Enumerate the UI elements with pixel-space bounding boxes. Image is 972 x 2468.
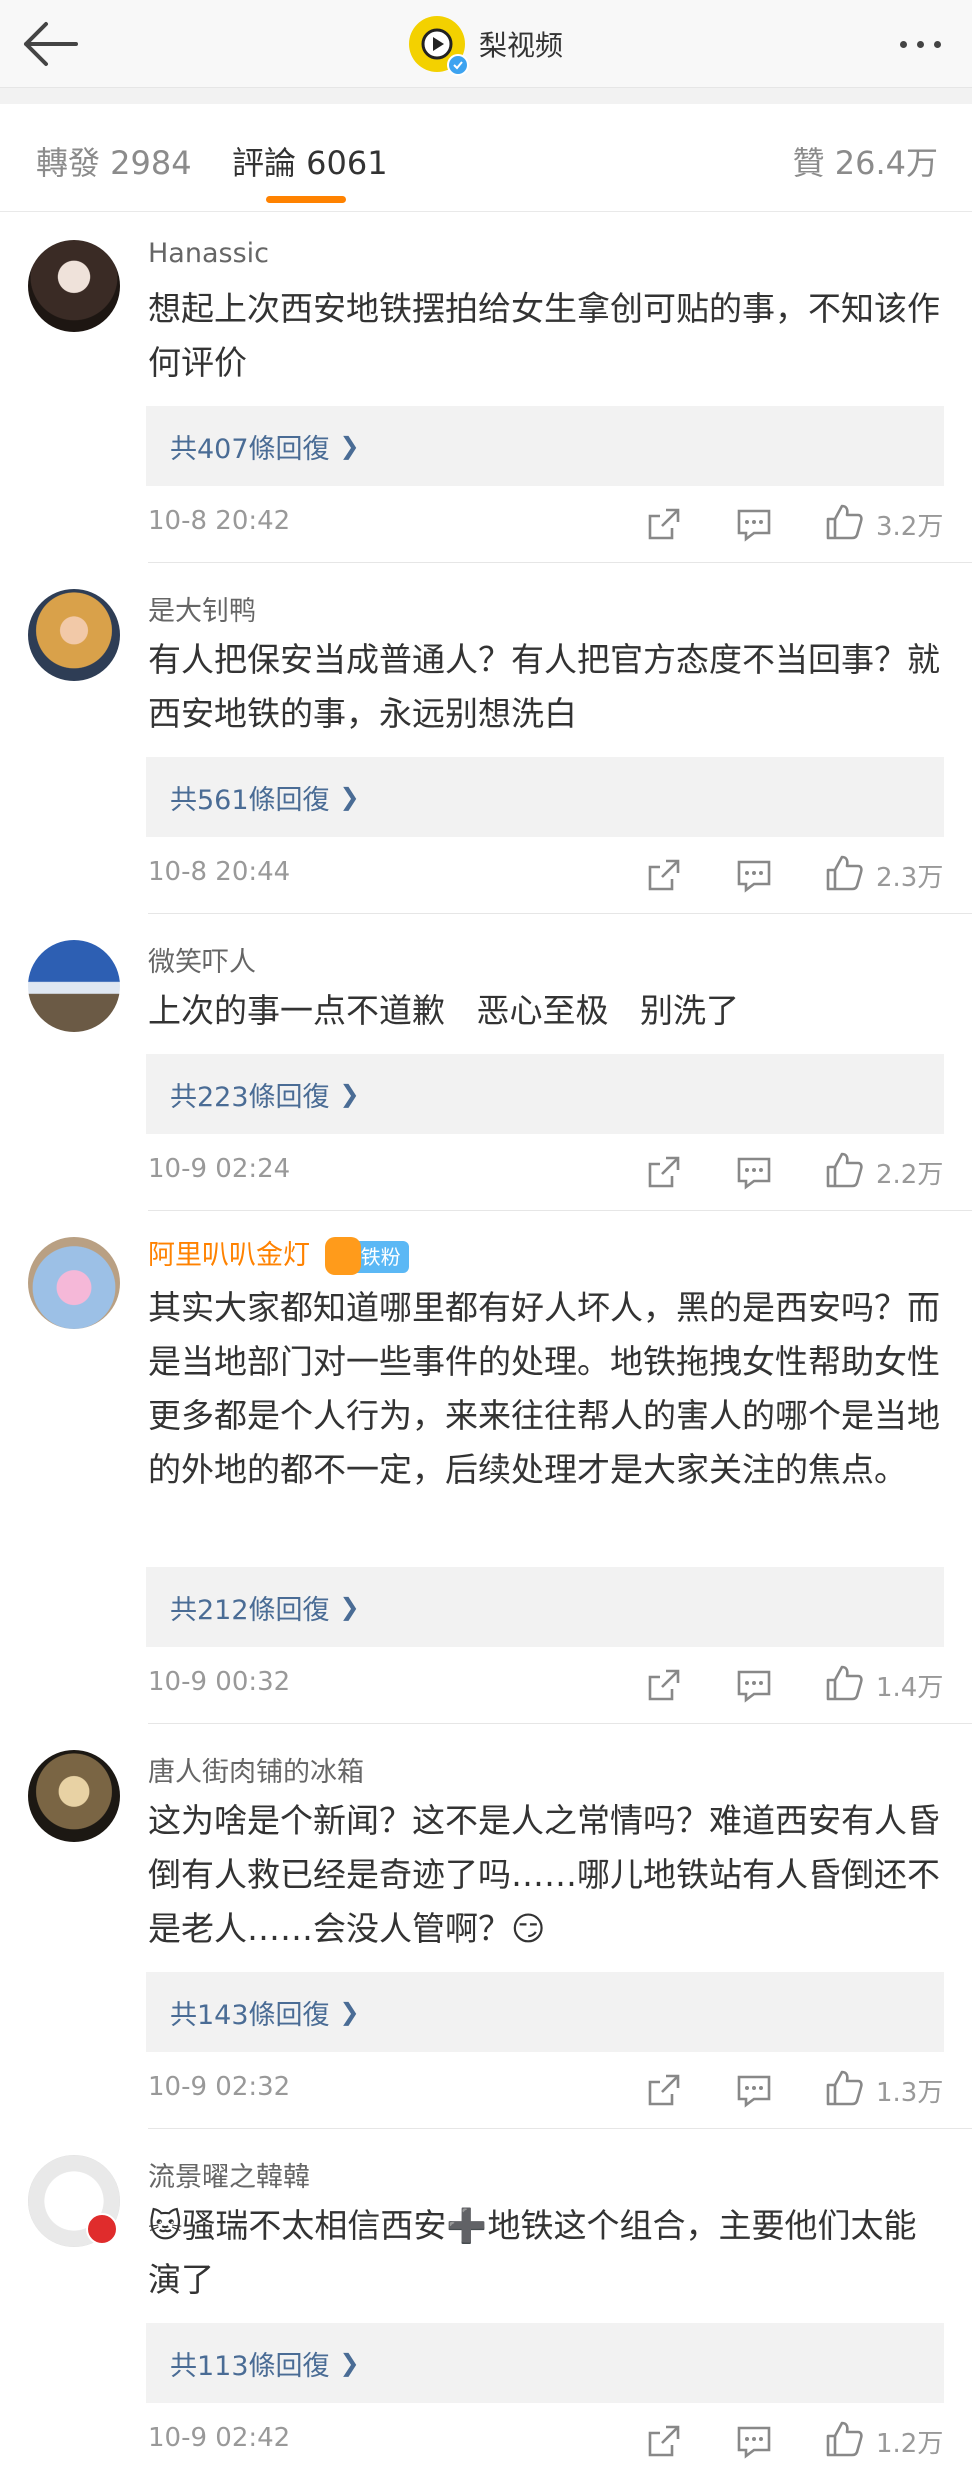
like-count: 2.3万 (876, 863, 944, 893)
like-count: 1.3万 (876, 2078, 944, 2108)
view-replies-button[interactable]: 共223條回復 ❯ (146, 1054, 944, 1134)
comment-time: 10-8 20:42 (148, 506, 291, 536)
repost-icon[interactable] (644, 504, 684, 544)
repost-icon[interactable] (644, 855, 684, 895)
replies-count: 共407條回復 (170, 433, 330, 465)
chevron-right-icon: ❯ (339, 783, 360, 811)
region-badge-icon (86, 2213, 118, 2245)
more-dot-icon (916, 40, 924, 48)
view-replies-button[interactable]: 共113條回復 ❯ (146, 2323, 944, 2403)
reply-comment-icon[interactable] (734, 1665, 774, 1705)
comment-time: 10-9 02:42 (148, 2423, 291, 2453)
comment-username[interactable]: 流景曜之韓韓 (148, 2155, 310, 2194)
comment-text: 这为啥是个新闻？这不是人之常情吗？难道西安有人昏倒有人救已经是奇迹了吗……哪儿地… (148, 1801, 940, 1948)
chevron-right-icon: ❯ (339, 1593, 360, 1621)
comment-text: 想起上次西安地铁摆拍给女生拿创可贴的事，不知该作何评价 (148, 289, 940, 382)
view-replies-button[interactable]: 共407條回復 ❯ (146, 406, 944, 486)
fan-crown-icon (324, 1236, 361, 1275)
fan-badge-label: 铁粉 (360, 1244, 401, 1269)
divider (148, 2128, 972, 2129)
reply-comment-icon[interactable] (734, 1152, 774, 1192)
view-replies-button[interactable]: 共212條回復 ❯ (146, 1567, 944, 1647)
more-dot-icon (933, 40, 941, 48)
tab-repost[interactable]: 轉發 2984 (36, 138, 192, 184)
comment-username[interactable]: 阿里叭叭金灯 铁粉 (148, 1233, 409, 1275)
replies-count: 共561條回復 (170, 784, 330, 816)
view-replies-button[interactable]: 共143條回復 ❯ (146, 1972, 944, 2052)
like-count: 1.2万 (876, 2429, 944, 2459)
divider (148, 562, 972, 563)
avatar[interactable] (28, 240, 120, 332)
comment-username[interactable]: 微笑吓人 (148, 940, 256, 979)
avatar[interactable] (28, 1750, 120, 1842)
tab-likes[interactable]: 贊 26.4万 (793, 138, 938, 184)
like-icon[interactable] (824, 502, 864, 542)
replies-count: 共212條回復 (170, 1594, 330, 1626)
section-gap (0, 88, 972, 104)
reply-comment-icon[interactable] (734, 2070, 774, 2110)
chevron-right-icon: ❯ (339, 1998, 360, 2026)
username-text: 阿里叭叭金灯 (148, 1240, 310, 1271)
like-icon[interactable] (824, 1663, 864, 1703)
comment-time: 10-9 02:32 (148, 2072, 291, 2102)
reply-comment-icon[interactable] (734, 855, 774, 895)
active-tab-indicator (266, 196, 346, 203)
top-nav-bar: 梨视频 (0, 0, 972, 88)
chevron-right-icon: ❯ (339, 432, 360, 460)
like-icon[interactable] (824, 2068, 864, 2108)
repost-icon[interactable] (644, 1152, 684, 1192)
repost-icon[interactable] (644, 2421, 684, 2461)
repost-icon[interactable] (644, 1665, 684, 1705)
chevron-right-icon: ❯ (339, 2349, 360, 2377)
verified-badge-icon (446, 54, 469, 76)
replies-count: 共143條回復 (170, 1999, 330, 2031)
like-icon[interactable] (824, 2419, 864, 2459)
like-icon[interactable] (824, 853, 864, 893)
more-options-button[interactable] (888, 22, 952, 66)
avatar[interactable] (28, 1237, 120, 1329)
tab-comments[interactable]: 評論 6061 (232, 138, 388, 184)
replies-count: 共113條回復 (170, 2350, 330, 2382)
more-dot-icon (899, 40, 907, 48)
avatar[interactable] (28, 940, 120, 1032)
comment-time: 10-9 02:24 (148, 1154, 291, 1184)
avatar[interactable] (28, 589, 120, 681)
brand-logo-icon (408, 16, 469, 76)
reply-comment-icon[interactable] (734, 2421, 774, 2461)
comment-time: 10-8 20:44 (148, 857, 291, 887)
comment-username[interactable]: 是大钊鸭 (148, 589, 256, 628)
like-count: 3.2万 (876, 512, 944, 542)
reply-comment-icon[interactable] (734, 504, 774, 544)
like-icon[interactable] (824, 1150, 864, 1190)
nav-title[interactable]: 梨视频 (0, 0, 972, 88)
replies-count: 共223條回復 (170, 1081, 330, 1113)
divider (148, 913, 972, 914)
comment-username[interactable]: Hanassic (148, 238, 269, 269)
divider (148, 1210, 972, 1211)
repost-icon[interactable] (644, 2070, 684, 2110)
comment-text: 其实大家都知道哪里都有好人坏人，黑的是西安吗？而是当地部门对一些事件的处理。地铁… (148, 1288, 940, 1489)
like-count: 2.2万 (876, 1160, 944, 1190)
brand-name: 梨视频 (478, 29, 563, 62)
comment-text: 🐱骚瑞不太相信西安➕地铁这个组合，主要他们太能演了 (148, 2206, 917, 2299)
like-count: 1.4万 (876, 1673, 944, 1703)
comment-text: 上次的事一点不道歉 恶心至极 别洗了 (148, 991, 739, 1030)
tab-bar: 轉發 2984 評論 6061 贊 26.4万 (0, 104, 972, 212)
comment-username[interactable]: 唐人街肉铺的冰箱 (148, 1750, 364, 1789)
divider (148, 1723, 972, 1724)
comment-time: 10-9 00:32 (148, 1667, 291, 1697)
fan-badge: 铁粉 (324, 1236, 409, 1275)
view-replies-button[interactable]: 共561條回復 ❯ (146, 757, 944, 837)
chevron-right-icon: ❯ (339, 1080, 360, 1108)
comment-text: 有人把保安当成普通人？有人把官方态度不当回事？就西安地铁的事，永远别想洗白 (148, 640, 940, 733)
